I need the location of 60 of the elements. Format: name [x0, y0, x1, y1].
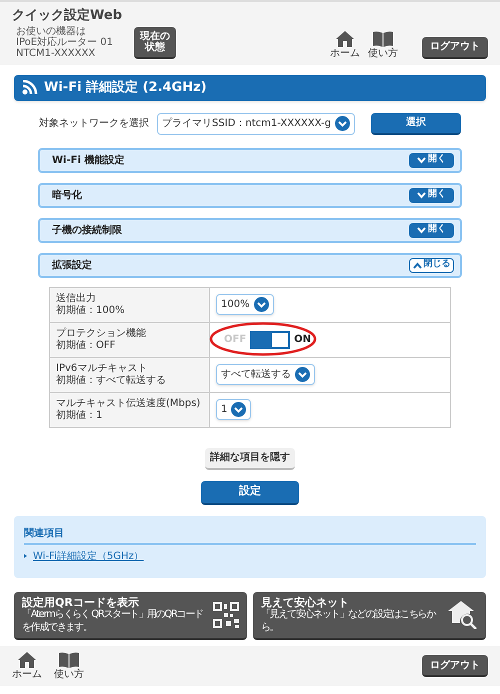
bullet-icon [24, 554, 27, 558]
section-header[interactable]: Wi-Fi 機能設定 開く [38, 148, 462, 172]
related-link[interactable]: Wi-Fi詳細設定（5GHz） [33, 548, 144, 564]
setting-default: 初期値：1 [56, 410, 104, 422]
promo-title: 設定用QRコードを表示 [22, 596, 140, 608]
promo-subtitle: 「Atermらくらく QRスタート」用のQRコードを作成できます。 [22, 609, 204, 634]
promo-subtitle: 「見えて安心ネット」などの設定はこちらから。 [261, 609, 437, 634]
dropdown-icon [334, 116, 350, 131]
qr-code-icon [213, 602, 239, 628]
promo-card[interactable]: 見えて安心ネット 「見えて安心ネット」などの設定はこちらから。 [253, 592, 486, 640]
promo-title: 見えて安心ネット [261, 596, 350, 608]
network-select[interactable]: プライマリSSID：ntcm1-XXXXXX-g [157, 112, 355, 134]
setting-default: 初期値：すべて転送する [56, 374, 167, 386]
home-icon [336, 30, 354, 46]
select-field[interactable]: 1 [216, 399, 252, 420]
chevron-down-icon [417, 226, 426, 234]
setting-name: 送信出力 [56, 292, 97, 304]
select-field[interactable]: すべて転送する [216, 364, 315, 385]
logout-button[interactable]: ログアウト [422, 36, 488, 58]
select-field[interactable]: 100% [216, 294, 274, 315]
dropdown-icon [295, 367, 310, 382]
expand-toggle-button[interactable]: 開く [409, 222, 454, 238]
section-header[interactable]: 暗号化 開く [38, 182, 462, 208]
nav-link[interactable]: 使い方 [368, 30, 398, 58]
chevron-up-icon [412, 262, 422, 268]
expand-toggle-button[interactable]: 閉じる [409, 258, 454, 272]
select-button[interactable]: 選択 [370, 112, 461, 134]
toggle-switch[interactable] [250, 330, 290, 348]
dropdown-icon [254, 297, 269, 312]
device-info: お使いの機器は IPoE対応ルーター 01 NTCM1-XXXXXX [15, 26, 114, 58]
network-select-label: 対象ネットワークを選択 [39, 116, 150, 131]
status-button[interactable]: 現在の 状態 [134, 26, 176, 58]
logout-button[interactable]: ログアウト [422, 655, 488, 678]
nav-link[interactable]: ホーム [12, 652, 42, 680]
expand-toggle-button[interactable]: 開く [409, 152, 454, 168]
on-label: ON [294, 333, 312, 347]
hide-details-button[interactable]: 詳細な項目を隠す [205, 448, 295, 470]
section-header[interactable]: 子機の接続制限 開く [38, 218, 462, 242]
setting-name: プロテクション機能 [56, 328, 147, 340]
book-icon [59, 652, 79, 668]
nav-link[interactable]: 使い方 [54, 652, 84, 680]
chevron-down-icon [417, 156, 426, 164]
app-title: クイック設定Web [12, 6, 122, 25]
book-icon [373, 30, 393, 46]
house-search-icon [448, 600, 478, 629]
setting-name: IPv6マルチキャスト [56, 362, 148, 374]
setting-default: 初期値：100% [56, 304, 126, 316]
page-title: Wi-Fi 詳細設定 (2.4GHz) [44, 78, 207, 97]
home-icon [18, 652, 36, 668]
nav-link[interactable]: ホーム [330, 30, 360, 58]
promo-card[interactable]: 設定用QRコードを表示 「Atermらくらく QRスタート」用のQRコードを作成できます。 [14, 592, 247, 640]
expand-toggle-button[interactable]: 開く [409, 188, 454, 202]
chevron-down-icon [417, 192, 426, 198]
setting-default: 初期値：OFF [56, 340, 116, 352]
dropdown-icon [231, 402, 246, 417]
wifi-icon [22, 80, 38, 95]
section-header[interactable]: 拡張設定 閉じる [38, 252, 462, 278]
setting-name: マルチキャスト伝送速度(Mbps) [56, 398, 202, 410]
apply-button[interactable]: 設定 [201, 480, 299, 504]
related-title: 関連項目 [24, 526, 476, 544]
